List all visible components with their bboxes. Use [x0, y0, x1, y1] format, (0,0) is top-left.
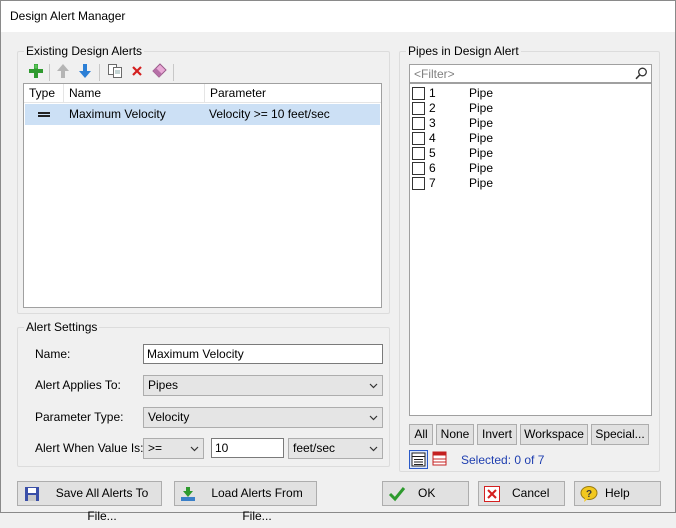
alert-parameter-cell: Velocity >= 10 feet/sec [209, 107, 330, 121]
chevron-down-icon [369, 383, 378, 389]
invert-button[interactable]: Invert [477, 424, 517, 445]
pipes-list[interactable]: 1 Pipe 2 Pipe 3 Pipe 4 Pipe 5 Pipe 6 Pip… [409, 83, 652, 416]
pipe-type: Pipe [469, 86, 494, 100]
load-alerts-label: Load Alerts From File... [211, 486, 303, 523]
pipe-checkbox[interactable] [412, 117, 425, 130]
chevron-down-icon [369, 415, 378, 421]
pipe-id: 3 [429, 116, 436, 130]
alert-name-cell: Maximum Velocity [69, 107, 166, 121]
selected-count: Selected: 0 of 7 [461, 453, 545, 467]
operator-value: >= [148, 441, 163, 455]
applies-to-select[interactable]: Pipes [143, 375, 383, 396]
grid-view-icon[interactable] [431, 450, 450, 469]
applies-to-label: Alert Applies To: [35, 378, 121, 392]
pipe-type: Pipe [469, 146, 494, 160]
cancel-button[interactable]: Cancel [478, 481, 565, 506]
eraser-icon[interactable] [150, 61, 168, 81]
parameter-type-label: Parameter Type: [35, 410, 124, 424]
window-title: Design Alert Manager [10, 9, 126, 23]
pipe-id: 6 [429, 161, 436, 175]
list-item[interactable]: 2 Pipe [410, 101, 651, 116]
pipe-checkbox[interactable] [412, 87, 425, 100]
arrow-down-icon[interactable] [76, 61, 94, 81]
list-item[interactable]: 1 Pipe [410, 86, 651, 101]
add-plus-icon[interactable] [27, 61, 45, 81]
list-item[interactable]: 5 Pipe [410, 146, 651, 161]
applies-to-value: Pipes [148, 378, 179, 392]
operator-select[interactable]: >= [143, 438, 204, 459]
name-field[interactable]: Maximum Velocity [143, 344, 383, 364]
equals-icon [37, 104, 61, 125]
filter-placeholder: <Filter> [414, 67, 455, 81]
alerts-listview[interactable]: Type Name Parameter Maximum Velocity Vel… [23, 83, 382, 308]
pipe-type: Pipe [469, 176, 494, 190]
search-icon[interactable] [635, 67, 648, 80]
delete-x-icon[interactable] [128, 61, 146, 81]
toolbar-separator [99, 64, 100, 81]
pipe-id: 2 [429, 101, 436, 115]
column-header-name[interactable]: Name [64, 84, 205, 103]
list-item[interactable]: 7 Pipe [410, 176, 651, 191]
column-header-type[interactable]: Type [24, 84, 64, 103]
pipe-id: 7 [429, 176, 436, 190]
pipe-type: Pipe [469, 101, 494, 115]
threshold-field[interactable]: 10 [211, 438, 284, 458]
special-button[interactable]: Special... [591, 424, 649, 445]
floppy-save-icon [25, 487, 39, 501]
pipe-type: Pipe [469, 161, 494, 175]
pipe-type: Pipe [469, 131, 494, 145]
alert-when-label: Alert When Value Is: [35, 441, 144, 455]
pipe-checkbox[interactable] [412, 147, 425, 160]
pipe-checkbox[interactable] [412, 177, 425, 190]
pipe-checkbox[interactable] [412, 102, 425, 115]
design-alert-manager-window: Design Alert Manager Existing Design Ale… [0, 0, 676, 523]
help-button[interactable]: ? Help [574, 481, 661, 506]
chevron-down-icon [190, 446, 199, 452]
filter-input[interactable]: <Filter> [409, 64, 652, 83]
load-alerts-button[interactable]: Load Alerts From File... [174, 481, 317, 523]
save-all-alerts-label: Save All Alerts To File... [55, 486, 149, 523]
help-label: Help [605, 486, 630, 500]
unit-select[interactable]: feet/sec [288, 438, 383, 459]
pipe-checkbox[interactable] [412, 162, 425, 175]
pipe-id: 4 [429, 131, 436, 145]
parameter-type-value: Velocity [148, 410, 190, 424]
chevron-down-icon [369, 446, 378, 452]
list-item[interactable]: 6 Pipe [410, 161, 651, 176]
title-bar: Design Alert Manager [1, 1, 675, 32]
download-load-icon [181, 487, 195, 501]
toolbar-separator [173, 64, 174, 81]
arrow-up-icon[interactable] [54, 61, 72, 81]
cancel-x-icon [484, 486, 500, 502]
pipes-group-label: Pipes in Design Alert [406, 44, 521, 58]
unit-value: feet/sec [293, 441, 336, 455]
parameter-type-select[interactable]: Velocity [143, 407, 383, 428]
cancel-label: Cancel [512, 486, 550, 500]
list-item[interactable]: 4 Pipe [410, 131, 651, 146]
svg-text:?: ? [586, 489, 592, 500]
column-header-parameter[interactable]: Parameter [205, 84, 381, 103]
select-all-button[interactable]: All [409, 424, 433, 445]
pipe-id: 1 [429, 86, 436, 100]
copy-icon[interactable] [106, 61, 124, 81]
save-all-alerts-button[interactable]: Save All Alerts To File... [17, 481, 162, 523]
ok-label: OK [418, 486, 436, 500]
alert-row[interactable]: Maximum Velocity Velocity >= 10 feet/sec [25, 104, 380, 125]
help-icon: ? [580, 486, 598, 502]
list-item[interactable]: 3 Pipe [410, 116, 651, 131]
existing-alerts-label: Existing Design Alerts [24, 44, 145, 58]
name-label: Name: [35, 347, 71, 361]
checkmark-icon [388, 487, 406, 502]
toolbar-separator [49, 64, 50, 81]
ok-button[interactable]: OK [382, 481, 469, 506]
pipe-type: Pipe [469, 116, 494, 130]
alert-settings-label: Alert Settings [24, 320, 100, 334]
workspace-button[interactable]: Workspace [520, 424, 588, 445]
select-none-button[interactable]: None [436, 424, 474, 445]
list-view-icon[interactable] [409, 450, 428, 469]
pipe-checkbox[interactable] [412, 132, 425, 145]
alerts-list-header: Type Name Parameter [24, 84, 381, 103]
pipe-id: 5 [429, 146, 436, 160]
